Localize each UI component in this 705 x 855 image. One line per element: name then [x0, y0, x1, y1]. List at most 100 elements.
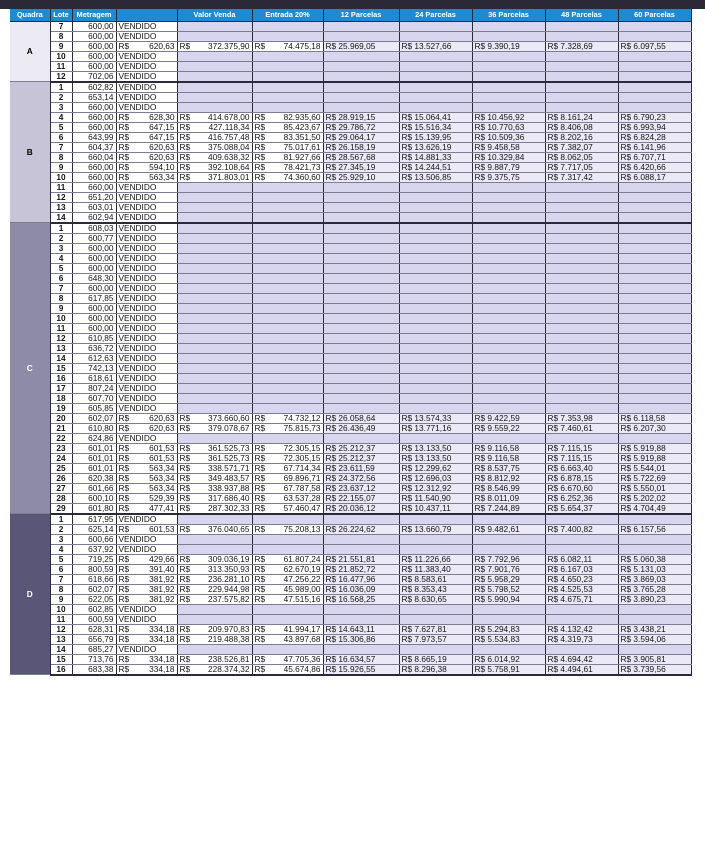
metragem-cell[interactable]: 600,00 [72, 51, 117, 62]
p36-cell[interactable] [472, 303, 546, 314]
metragem-cell[interactable]: 618,66 [72, 574, 117, 585]
p12-cell[interactable] [323, 363, 400, 374]
lote-cell[interactable]: 15 [50, 363, 73, 374]
p48-cell[interactable] [545, 81, 619, 93]
lote-cell[interactable]: 19 [50, 403, 73, 414]
valor-cell[interactable] [177, 403, 253, 414]
entrada-cell[interactable] [252, 534, 324, 545]
price-m2-cell[interactable]: R$ 620,63 [116, 41, 178, 52]
p60-cell[interactable] [618, 293, 692, 304]
p12-cell[interactable] [323, 21, 400, 32]
p36-cell[interactable] [472, 21, 546, 32]
lote-cell[interactable]: 5 [50, 122, 73, 133]
metragem-cell[interactable]: 600,00 [72, 31, 117, 42]
p48-cell[interactable] [545, 403, 619, 414]
metragem-cell[interactable]: 742,13 [72, 363, 117, 374]
table-row[interactable]: 10 600,00 VENDIDO [10, 51, 692, 62]
p24-cell[interactable]: R$ 7.973,57 [399, 634, 473, 645]
metragem-cell[interactable]: 600,00 [72, 303, 117, 314]
p60-cell[interactable] [618, 363, 692, 374]
p12-cell[interactable]: R$ 25.929,10 [323, 172, 400, 183]
p12-cell[interactable] [323, 71, 400, 83]
metragem-cell[interactable]: 600,00 [72, 253, 117, 264]
entrada-cell[interactable]: R$ 57.460,47 [252, 503, 324, 515]
table-row[interactable]: 5 719,25 R$ 429,66 R$ 309.036,19 R$ 61.807,24 R$… [10, 554, 692, 565]
metragem-cell[interactable]: 683,38 [72, 664, 117, 676]
entrada-cell[interactable] [252, 383, 324, 394]
valor-cell[interactable] [177, 253, 253, 264]
p12-cell[interactable] [323, 353, 400, 364]
p60-cell[interactable] [618, 403, 692, 414]
entrada-cell[interactable] [252, 604, 324, 615]
status-cell[interactable]: VENDIDO [116, 393, 178, 404]
p48-cell[interactable]: R$ 7.400,82 [545, 524, 619, 535]
entrada-cell[interactable]: R$ 74.360,60 [252, 172, 324, 183]
p36-cell[interactable] [472, 92, 546, 103]
p36-cell[interactable] [472, 102, 546, 113]
status-cell[interactable]: VENDIDO [116, 202, 178, 213]
entrada-cell[interactable]: R$ 75.815,73 [252, 423, 324, 434]
table-row[interactable]: 6 648,30 VENDIDO [10, 273, 692, 284]
p36-cell[interactable] [472, 273, 546, 284]
p48-cell[interactable]: R$ 5.654,37 [545, 503, 619, 515]
p36-cell[interactable]: R$ 10.456,92 [472, 112, 546, 123]
p24-cell[interactable]: R$ 14.244,51 [399, 162, 473, 173]
valor-cell[interactable]: R$ 349.483,57 [177, 473, 253, 484]
p24-cell[interactable]: R$ 10.437,11 [399, 503, 473, 515]
valor-cell[interactable]: R$ 236.281,10 [177, 574, 253, 585]
lote-cell[interactable]: 26 [50, 473, 73, 484]
entrada-cell[interactable]: R$ 67.787,58 [252, 483, 324, 494]
lote-cell[interactable]: 13 [50, 634, 73, 645]
p48-cell[interactable] [545, 644, 619, 655]
p60-cell[interactable]: R$ 3.765,28 [618, 584, 692, 595]
lote-cell[interactable]: 11 [50, 614, 73, 625]
p24-cell[interactable] [399, 323, 473, 334]
p60-cell[interactable]: R$ 3.890,23 [618, 594, 692, 605]
p24-cell[interactable]: R$ 12.696,03 [399, 473, 473, 484]
p36-cell[interactable] [472, 192, 546, 203]
p60-cell[interactable] [618, 313, 692, 324]
p12-cell[interactable]: R$ 27.345,19 [323, 162, 400, 173]
metragem-cell[interactable]: 620,38 [72, 473, 117, 484]
lote-cell[interactable]: 3 [50, 243, 73, 254]
table-row[interactable]: A 7 600,00 VENDIDO [10, 21, 692, 82]
price-m2-cell[interactable]: R$ 334,18 [116, 634, 178, 645]
lote-cell[interactable]: 8 [50, 31, 73, 42]
p36-cell[interactable]: R$ 5.758,91 [472, 664, 546, 676]
p60-cell[interactable] [618, 61, 692, 72]
table-row[interactable]: 7 600,00 VENDIDO [10, 283, 692, 294]
entrada-cell[interactable] [252, 61, 324, 72]
entrada-cell[interactable] [252, 92, 324, 103]
p36-cell[interactable]: R$ 5.990,94 [472, 594, 546, 605]
lote-cell[interactable]: 24 [50, 453, 73, 464]
p24-cell[interactable] [399, 21, 473, 32]
p60-cell[interactable]: R$ 6.088,17 [618, 172, 692, 183]
metragem-cell[interactable]: 800,59 [72, 564, 117, 575]
p48-cell[interactable]: R$ 7.382,07 [545, 142, 619, 153]
valor-cell[interactable]: R$ 375.088,04 [177, 142, 253, 153]
status-cell[interactable]: VENDIDO [116, 233, 178, 244]
p48-cell[interactable] [545, 604, 619, 615]
metragem-cell[interactable]: 600,00 [72, 323, 117, 334]
p36-cell[interactable] [472, 383, 546, 394]
table-row[interactable]: 13 656,79 R$ 334,18 R$ 219.488,38 R$ 43.897,68 R… [10, 634, 692, 645]
metragem-cell[interactable]: 656,79 [72, 634, 117, 645]
table-row[interactable]: 29 601,80 R$ 477,41 R$ 287.302,33 R$ 57.460,47 R… [10, 503, 692, 515]
table-row[interactable]: 3 600,66 VENDIDO [10, 534, 692, 545]
valor-cell[interactable] [177, 283, 253, 294]
p60-cell[interactable] [618, 102, 692, 113]
table-row[interactable]: 13 636,72 VENDIDO [10, 343, 692, 354]
entrada-cell[interactable]: R$ 62.670,19 [252, 564, 324, 575]
p12-cell[interactable] [323, 202, 400, 213]
status-cell[interactable]: VENDIDO [116, 303, 178, 314]
entrada-cell[interactable] [252, 313, 324, 324]
p24-cell[interactable]: R$ 12.312,92 [399, 483, 473, 494]
status-cell[interactable]: VENDIDO [116, 544, 178, 555]
valor-cell[interactable] [177, 293, 253, 304]
valor-cell[interactable] [177, 51, 253, 62]
p12-cell[interactable]: R$ 14.643,11 [323, 624, 400, 635]
entrada-cell[interactable]: R$ 72.305,15 [252, 453, 324, 464]
p24-cell[interactable] [399, 61, 473, 72]
table-row[interactable]: 3 600,00 VENDIDO [10, 243, 692, 254]
p48-cell[interactable] [545, 293, 619, 304]
